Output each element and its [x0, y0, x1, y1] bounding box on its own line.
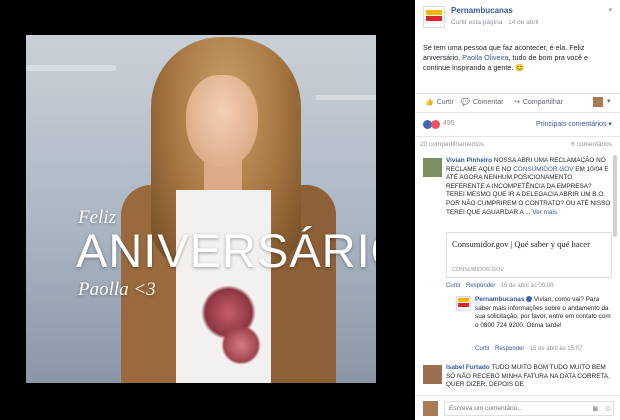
- reply-like-link[interactable]: Curtir: [475, 346, 490, 352]
- background-shelf: [26, 65, 116, 71]
- reply-meta: Curtir · Responder · 15 de abril às 15:0…: [475, 346, 582, 352]
- comment-button[interactable]: 💬 Comentar: [461, 98, 503, 106]
- avatar[interactable]: [423, 401, 438, 416]
- reply-date[interactable]: 15 de abril às 15:07: [530, 346, 583, 352]
- avatar[interactable]: [593, 97, 603, 107]
- photo-flower-print: [221, 325, 261, 365]
- photo-viewer: Feliz ANIVERSÁRIO Paolla <3: [0, 0, 415, 420]
- post-date[interactable]: 14 de abril: [508, 19, 538, 26]
- share-label: Compartilhar: [522, 99, 563, 106]
- like-page-link[interactable]: Curtir esta página: [451, 19, 502, 26]
- post-side-panel: Pernambucanas Curtir esta página · 14 de…: [415, 0, 620, 420]
- scrollbar[interactable]: [613, 155, 617, 237]
- brand-logo-bar: [426, 16, 442, 21]
- comment-label: Comentar: [472, 99, 504, 106]
- reply-author[interactable]: Pernambucanas: [475, 296, 524, 303]
- background-shelf: [316, 95, 376, 100]
- reply-reply-link[interactable]: Responder: [495, 346, 524, 352]
- photo-paolla-text: Paolla <3: [78, 279, 156, 300]
- shares-count[interactable]: 20 compartilhamentos: [420, 141, 484, 148]
- page-name[interactable]: Pernambucanas: [451, 6, 513, 15]
- comment-author[interactable]: Isabel Furtado: [446, 364, 490, 371]
- link-card-title: Consumidor.gov | Qué saber y qué hacer: [452, 239, 590, 249]
- comment-reply-link[interactable]: Responder: [466, 283, 495, 289]
- comment-like-link[interactable]: Curtir: [446, 283, 461, 289]
- comment-input[interactable]: [444, 401, 614, 416]
- brand-logo-top: [426, 10, 442, 15]
- page-avatar[interactable]: [456, 296, 471, 311]
- action-bar: 👍 Curtir 💬 Comentar ↪ Compartilhar ▾: [415, 93, 620, 111]
- see-more-link[interactable]: Ver mais: [532, 209, 557, 216]
- share-arrow-icon: ↪: [514, 99, 520, 106]
- emoji-icon[interactable]: ☺: [604, 404, 612, 413]
- link-preview-card[interactable]: Consumidor.gov | Qué saber y qué hacer C…: [446, 232, 612, 278]
- avatar[interactable]: [423, 158, 442, 177]
- comment-meta: Curtir · Responder · 15 de abril às 08:0…: [446, 283, 553, 289]
- comment-text-part: EM 10/04 E ATÉ AGORA NENHUM POSICIONAMEN…: [446, 165, 611, 216]
- camera-icon[interactable]: ◙: [593, 404, 598, 413]
- avatar[interactable]: [423, 365, 442, 384]
- comment-order-dropdown[interactable]: Principais comentários ▾: [536, 120, 612, 128]
- thumbs-up-icon: 👍: [425, 99, 434, 106]
- speech-bubble-icon: 💬: [461, 99, 470, 106]
- post-subheader: Curtir esta página · 14 de abril: [451, 19, 538, 26]
- reactions-row: 495 Principais comentários ▾: [415, 112, 620, 134]
- reply-text: Pernambucanas Vivian, como vai? Para sab…: [475, 296, 615, 330]
- comment-link[interactable]: CONSUMIDOR.GOV: [513, 166, 573, 173]
- share-button[interactable]: ↪ Compartilhar: [514, 98, 563, 106]
- post-header: Pernambucanas Curtir esta página · 14 de…: [415, 0, 620, 36]
- reaction-count[interactable]: 495: [443, 120, 455, 127]
- comment-author[interactable]: Vivian Pinheiro: [446, 157, 492, 164]
- brand-logo-top: [458, 298, 469, 302]
- post-photo[interactable]: Feliz ANIVERSÁRIO Paolla <3: [26, 35, 376, 383]
- love-reaction-icon[interactable]: [431, 120, 440, 129]
- mention-link[interactable]: Paolla Oliveira: [462, 53, 508, 62]
- like-label: Curtir: [436, 99, 454, 106]
- comment-text: Vivian Pinheiro NOSSA ABRI UMA RECLAMAÇÃ…: [446, 157, 611, 217]
- comment-date[interactable]: 15 de abril às 08:08: [501, 283, 554, 289]
- chevron-down-icon[interactable]: ▾: [608, 6, 612, 14]
- comment-composer: ◙ ☺: [415, 395, 620, 420]
- chevron-down-icon[interactable]: ▾: [607, 97, 611, 105]
- brand-logo-bar: [458, 303, 469, 307]
- post-text: Se tem uma pessoa que faz acontecer, é e…: [423, 43, 615, 73]
- like-button[interactable]: 👍 Curtir: [425, 98, 454, 106]
- photo-aniversario-text: ANIVERSÁRIO: [76, 224, 376, 277]
- comments-count[interactable]: 6 comentários: [571, 141, 612, 148]
- page-avatar[interactable]: [423, 6, 445, 28]
- photo-face: [186, 75, 258, 167]
- counts-row: 20 compartilhamentos 6 comentários: [415, 136, 620, 152]
- link-card-domain: CONSUMIDOR.GOV: [452, 267, 504, 273]
- comment-text: Isabel Furtado TUDO MUITO BOM TUDO MUITO…: [446, 364, 611, 390]
